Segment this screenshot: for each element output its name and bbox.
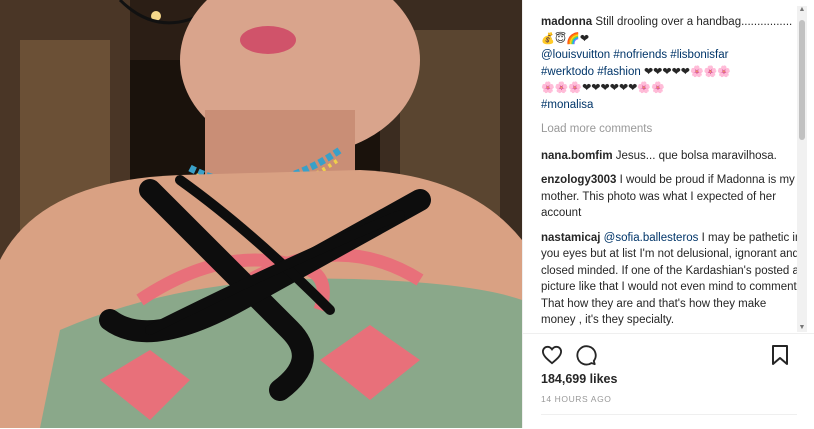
caption-emojis-2: ❤❤❤❤❤🌸🌸🌸 xyxy=(643,64,732,78)
comments-panel: madonna Still drooling over a handbag...… xyxy=(522,0,814,428)
comment-mention[interactable]: @sofia.ballesteros xyxy=(604,232,699,244)
comment-text: Jesus... que bolsa maravilhosa. xyxy=(615,149,777,162)
post-timestamp: 14 HOURS AGO xyxy=(541,394,612,404)
action-bar: 184,699 likes 14 HOURS AGO xyxy=(523,333,814,428)
caption-hashtags-1[interactable]: @louisvuitton #nofriends #lisbonisfar xyxy=(541,49,728,61)
post-photo[interactable] xyxy=(0,0,522,428)
action-icons xyxy=(539,342,799,368)
comment-username[interactable]: enzology3003 xyxy=(541,174,616,186)
comment-item: enzology3003 I would be proud if Madonna… xyxy=(541,172,803,222)
instagram-post: madonna Still drooling over a handbag...… xyxy=(0,0,814,428)
load-more-comments-link[interactable]: Load more comments xyxy=(541,121,803,138)
caption-text: Still drooling over a handbag...........… xyxy=(595,16,793,28)
comment-username[interactable]: nastamicaj xyxy=(541,232,600,244)
photo-illustration xyxy=(0,0,522,428)
comment-item: nana.bomfim Jesus... que bolsa maravilho… xyxy=(541,148,803,165)
add-comment-divider xyxy=(541,414,797,429)
scroll-up-arrow-icon[interactable]: ▲ xyxy=(797,6,807,14)
caption-emojis: 💰😇🌈❤ xyxy=(541,31,590,45)
comment-item: nastamicaj @sofia.ballesteros I may be p… xyxy=(541,230,803,329)
likes-count[interactable]: 184,699 likes xyxy=(541,372,617,386)
caption-username[interactable]: madonna xyxy=(541,16,592,28)
scroll-thumb[interactable] xyxy=(799,20,805,140)
caption-hashtags-3[interactable]: #monalisa xyxy=(541,99,593,111)
comment-text: I may be pathetic in you eyes but at lis… xyxy=(541,231,802,327)
bookmark-icon[interactable] xyxy=(767,342,793,368)
heart-icon[interactable] xyxy=(539,342,565,368)
caption: madonna Still drooling over a handbag...… xyxy=(541,14,803,113)
comment-username[interactable]: nana.bomfim xyxy=(541,150,613,162)
caption-emojis-3: 🌸🌸🌸❤❤❤❤❤❤🌸🌸 xyxy=(541,81,665,94)
comment-list: madonna Still drooling over a handbag...… xyxy=(541,14,803,332)
caption-hashtags-2[interactable]: #werktodo #fashion xyxy=(541,66,641,78)
comments-scrollbar[interactable]: ▲ ▼ xyxy=(797,6,807,332)
scroll-down-arrow-icon[interactable]: ▼ xyxy=(797,324,807,332)
comment-icon[interactable] xyxy=(573,342,599,368)
